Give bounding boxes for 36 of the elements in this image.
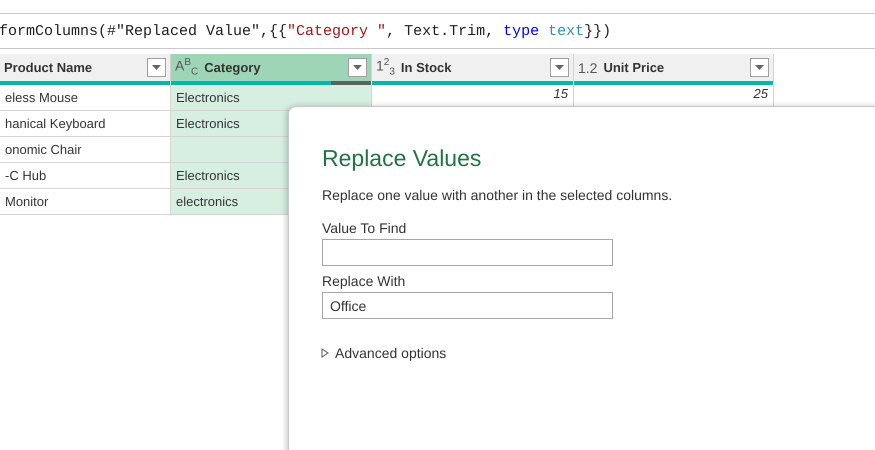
dropdown-icon bbox=[755, 65, 764, 70]
header-text: Product Name bbox=[4, 60, 94, 75]
cell-text: electronics bbox=[176, 194, 238, 209]
dialog-title: Replace Values bbox=[322, 145, 482, 172]
cell-text: eless Mouse bbox=[5, 90, 78, 105]
dropdown-icon bbox=[555, 65, 564, 70]
cell-text: Electronics bbox=[176, 168, 240, 183]
cell-text: 15 bbox=[554, 86, 568, 101]
column-header[interactable]: Product Name bbox=[0, 54, 171, 81]
input-field[interactable]: Office bbox=[322, 292, 613, 319]
header-text: In Stock bbox=[400, 60, 452, 75]
filter-dropdown[interactable] bbox=[550, 58, 569, 77]
cell-text: Monitor bbox=[5, 194, 48, 209]
dropdown-icon bbox=[152, 65, 161, 70]
filter-dropdown[interactable] bbox=[750, 58, 769, 77]
advanced-options-toggle[interactable]: Advanced options bbox=[319, 345, 448, 361]
filter-dropdown[interactable] bbox=[348, 58, 367, 77]
column-header[interactable]: 1$^{2}$$_{3}$ In Stock bbox=[372, 54, 574, 81]
input-field[interactable] bbox=[322, 239, 613, 266]
field-label: Replace With bbox=[322, 273, 406, 289]
formula-text[interactable]: formColumns(#"Replaced Value",{{"Category ", Text.Trim, type text}}) bbox=[0, 22, 612, 40]
header-text: Unit Price bbox=[603, 60, 666, 75]
dialog-description: Replace one value with another in the selected columns. bbox=[322, 187, 672, 203]
cell-text: 25 bbox=[754, 86, 768, 101]
filter-dropdown[interactable] bbox=[147, 58, 166, 77]
cell-text: hanical Keyboard bbox=[5, 116, 106, 131]
cell-text: onomic Chair bbox=[5, 142, 82, 157]
type-label[interactable]: 1.2 bbox=[578, 60, 598, 76]
header-text: Category bbox=[204, 60, 262, 75]
column-header[interactable]: A$^{B}$$_{C}$ Category bbox=[171, 54, 372, 81]
cell-text: Electronics bbox=[176, 90, 240, 105]
cell-text: -C Hub bbox=[5, 168, 46, 183]
field-label: Value To Find bbox=[322, 220, 406, 236]
cell-text: Electronics bbox=[176, 116, 240, 131]
dropdown-icon bbox=[353, 65, 362, 70]
column-header[interactable]: 1.2 Unit Price bbox=[574, 54, 774, 81]
